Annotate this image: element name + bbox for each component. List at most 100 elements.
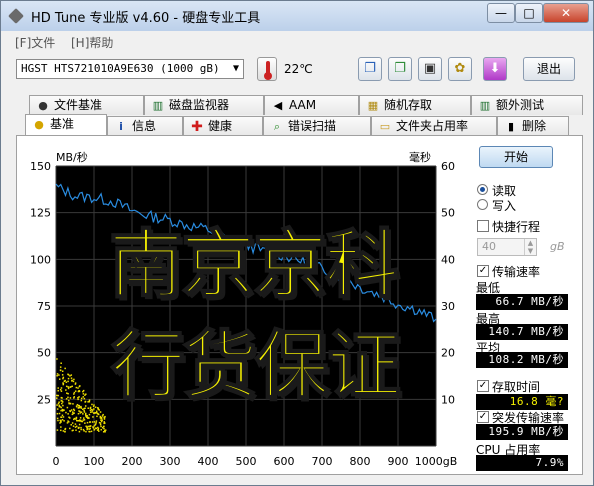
access-point — [73, 396, 76, 398]
access-point — [74, 423, 77, 425]
app-window: HD Tune 专业版 v4.60 - 硬盘专业工具 — □ ✕ [F]文件 [… — [0, 0, 594, 486]
short-stroke-input[interactable]: 40 ▲ ▼ — [477, 238, 537, 256]
access-point — [82, 393, 85, 395]
access-point — [89, 425, 92, 427]
access-point — [82, 408, 84, 411]
access-point — [56, 417, 59, 420]
access-point — [82, 396, 85, 398]
access-point — [73, 378, 75, 381]
access-point — [81, 420, 84, 423]
benchmark-chart: 150 125 100 75 50 25 60 50 40 30 20 10 0 100 200 300 4… — [30, 150, 458, 468]
access-point — [62, 383, 65, 386]
x-tick-label: 400 — [198, 455, 219, 468]
access-point — [56, 358, 58, 360]
access-point — [87, 416, 89, 419]
access-point — [70, 424, 72, 426]
access-point — [67, 396, 69, 399]
spinner-arrows-icon[interactable]: ▲ ▼ — [524, 239, 536, 255]
close-button[interactable]: ✕ — [543, 3, 589, 23]
tab-extra-tests[interactable]: ▥ 额外测试 — [471, 95, 583, 115]
access-point — [64, 379, 66, 382]
access-point — [95, 410, 98, 413]
short-stroke-value: 40 — [482, 240, 496, 253]
access-point — [67, 377, 70, 380]
access-point — [74, 390, 77, 392]
access-point — [57, 402, 60, 405]
access-point — [59, 366, 62, 368]
access-point — [82, 390, 84, 393]
access-point — [59, 388, 62, 391]
access-point — [60, 416, 63, 418]
x-axis: 0 100 200 300 400 500 600 700 800 900 1000gB — [53, 455, 458, 468]
access-point — [80, 426, 82, 429]
access-point — [65, 398, 68, 400]
maximize-button[interactable]: □ — [515, 3, 543, 23]
access-point — [75, 429, 77, 431]
access-point — [99, 423, 102, 426]
minimize-button[interactable]: — — [487, 3, 515, 23]
access-point — [80, 399, 83, 402]
burst-rate-checkbox[interactable]: ✓ — [477, 411, 489, 423]
trash-icon: ▮ — [507, 120, 515, 133]
access-point — [103, 422, 105, 425]
access-point — [65, 411, 67, 414]
access-point — [60, 406, 62, 409]
tab-label: 额外测试 — [496, 98, 545, 112]
x-tick-label: 100 — [84, 455, 105, 468]
access-point — [80, 397, 83, 400]
access-point — [66, 406, 69, 409]
access-time-checkbox[interactable]: ✓ — [477, 380, 489, 392]
access-point — [94, 412, 97, 414]
access-point — [95, 427, 98, 430]
y-tick-label: 50 — [37, 347, 51, 360]
access-point — [56, 408, 59, 410]
access-point — [65, 381, 68, 383]
access-point — [59, 419, 61, 422]
x-tick-label: 500 — [236, 455, 257, 468]
access-point — [60, 390, 63, 392]
access-point — [70, 409, 73, 411]
start-button[interactable]: 开始 — [479, 146, 553, 168]
access-point — [61, 410, 64, 412]
transfer-rate-checkbox[interactable]: ✓ — [477, 265, 489, 277]
access-point — [73, 409, 76, 412]
access-point — [67, 413, 69, 415]
access-time-label: 存取时间 — [492, 380, 541, 394]
access-point — [75, 386, 78, 389]
access-point — [102, 413, 104, 416]
access-point — [92, 412, 95, 414]
access-point — [80, 411, 83, 413]
access-point — [74, 383, 77, 385]
read-radio[interactable] — [477, 184, 488, 195]
access-point — [77, 412, 80, 415]
write-radio[interactable] — [477, 199, 488, 210]
access-point — [84, 401, 86, 403]
burst-rate-value: 195.9 MB/秒 — [476, 424, 568, 440]
access-point — [60, 400, 63, 402]
access-point — [67, 380, 69, 383]
x-tick-label: 1000gB — [415, 455, 458, 468]
y-axis-label: MB/秒 — [56, 150, 88, 164]
tab-delete[interactable]: ▮ 删除 — [497, 116, 569, 136]
y-axis-left: 150 125 100 75 50 25 — [30, 160, 51, 406]
y-tick-label: 25 — [37, 393, 51, 406]
access-point — [61, 370, 64, 373]
access-point — [84, 405, 87, 407]
access-point — [83, 397, 86, 400]
down-arrow-icon: ⬇ — [489, 61, 501, 76]
access-point — [92, 405, 95, 408]
access-point — [64, 428, 66, 431]
access-point — [104, 415, 106, 418]
exit-button[interactable]: 退出 — [523, 57, 575, 81]
access-point — [72, 380, 75, 383]
y-axis-right: 60 50 40 30 20 10 — [441, 160, 455, 406]
access-point — [79, 410, 81, 413]
download-button[interactable]: ⬇ — [483, 57, 507, 81]
access-point — [67, 387, 70, 390]
short-stroke-checkbox[interactable] — [477, 220, 489, 232]
access-point — [56, 373, 59, 375]
access-point — [57, 419, 59, 422]
access-time-value: 16.8 毫? — [476, 394, 568, 410]
access-point — [96, 407, 99, 409]
x-tick-label: 900 — [388, 455, 409, 468]
